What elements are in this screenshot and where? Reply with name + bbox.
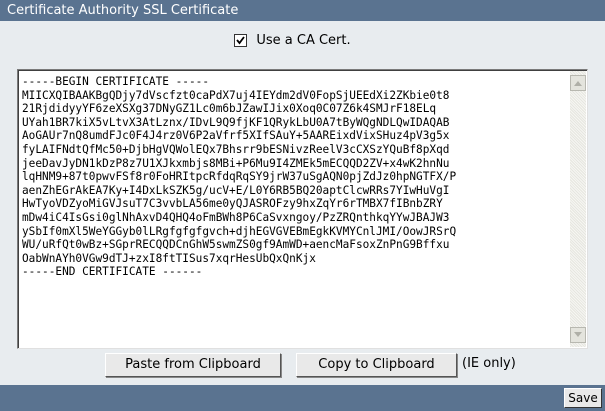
clipboard-button-row: Paste from Clipboard Copy to Clipboard (… <box>0 353 605 380</box>
use-ca-cert-checkbox[interactable] <box>234 33 248 47</box>
vertical-scrollbar[interactable] <box>570 71 586 347</box>
checkmark-icon <box>236 35 246 44</box>
certificate-text[interactable]: -----BEGIN CERTIFICATE ----- MIICXQIBAAK… <box>22 75 567 279</box>
ca-certificate-panel: Certificate Authority SSL Certificate Us… <box>0 0 605 411</box>
certificate-textarea[interactable]: -----BEGIN CERTIFICATE ----- MIICXQIBAAK… <box>17 69 588 349</box>
panel-title: Certificate Authority SSL Certificate <box>0 0 605 21</box>
scroll-up-button[interactable] <box>570 75 586 91</box>
bottom-bar: Save <box>0 385 605 411</box>
use-ca-cert-label: Use a CA Cert. <box>256 32 351 48</box>
triangle-up-icon <box>574 81 582 86</box>
scroll-down-button[interactable] <box>570 327 586 343</box>
paste-from-clipboard-button[interactable]: Paste from Clipboard <box>105 353 281 377</box>
copy-to-clipboard-button[interactable]: Copy to Clipboard <box>296 353 457 377</box>
save-button[interactable]: Save <box>564 388 602 408</box>
triangle-down-icon <box>574 332 582 337</box>
ie-only-note: (IE only) <box>462 356 516 371</box>
use-ca-cert-row: Use a CA Cert. <box>0 21 605 63</box>
